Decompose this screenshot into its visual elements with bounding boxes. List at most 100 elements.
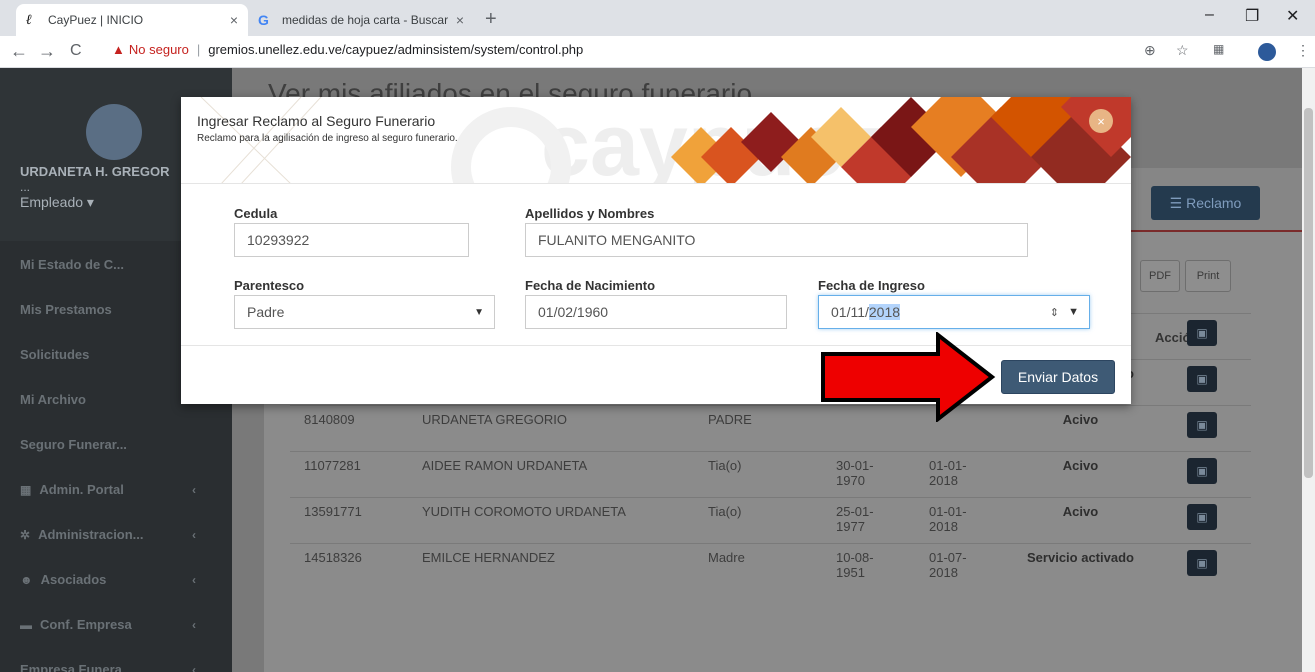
image-icon[interactable]: ▣ (1187, 320, 1217, 346)
browser-tab-bar: ℓ CayPuez | INICIO × G medidas de hoja c… (0, 0, 1315, 36)
cell-accion: ▣ (1153, 359, 1251, 406)
image-icon[interactable]: ▣ (1187, 504, 1217, 530)
reload-icon[interactable]: C (70, 42, 82, 60)
chevron-left-icon: ‹ (192, 482, 196, 497)
sidebar-item-asociados[interactable]: ☻ Asociados ‹ (0, 557, 232, 602)
sidebar-item-label: Solicitudes (20, 347, 90, 362)
tab-title: CayPuez | INICIO (48, 13, 144, 27)
tab-close-icon[interactable]: × (230, 12, 238, 28)
new-tab-button[interactable]: + (485, 8, 497, 31)
address-bar[interactable]: ▲ No seguro | gremios.unellez.edu.ve/cay… (112, 42, 583, 57)
menu-dots-icon[interactable]: ⋮ (1296, 42, 1310, 59)
enviar-datos-button[interactable]: Enviar Datos (1001, 360, 1115, 394)
close-window-icon[interactable]: ✕ (1286, 6, 1299, 26)
divider: | (196, 42, 201, 57)
warning-icon: ▲ (112, 42, 125, 57)
cell-accion: ▣ (1153, 313, 1251, 360)
caret-down-icon: ▼ (474, 306, 484, 318)
cell-estado: Acivo (1008, 497, 1153, 544)
ingreso-date-field[interactable]: 01/11/2018 ⇕ ▼ (818, 295, 1090, 329)
users-icon: ☻ (20, 572, 33, 587)
cell-parentesco: Tia(o) (694, 497, 822, 544)
dropdown-triangle-icon[interactable]: ▼ (1068, 306, 1079, 318)
cedula-field[interactable]: 10293922 (234, 223, 469, 257)
cell-ingreso: 01-01- 2018 (915, 497, 1008, 544)
nacimiento-field[interactable]: 01/02/1960 (525, 295, 787, 329)
newspaper-icon: ▦ (20, 482, 32, 497)
sidebar-item-label: Admin. Portal (39, 482, 124, 497)
scrollbar-thumb[interactable] (1304, 108, 1313, 478)
caypuez-favicon-icon: ℓ (26, 12, 32, 28)
bookmark-star-icon[interactable]: ☆ (1176, 42, 1189, 59)
cell-nombre: URDANETA GREGORIO (408, 405, 694, 452)
cell-ingreso: 01-01- 2018 (915, 451, 1008, 498)
sidebar-item-label: Mi Archivo (20, 392, 86, 407)
user-role-dropdown[interactable]: Empleado ▾ (20, 194, 94, 211)
profile-avatar-icon[interactable] (1258, 43, 1276, 61)
ingreso-value-prefix: 01/11/ (831, 304, 869, 320)
cell-cedula: 14518326 (290, 543, 408, 590)
pdf-button[interactable]: PDF (1140, 260, 1180, 292)
sidebar-item-label: Mis Prestamos (20, 302, 112, 317)
sidebar-item-label: Empresa Funera... (20, 662, 133, 672)
print-button[interactable]: Print (1185, 260, 1231, 292)
image-icon[interactable]: ▣ (1187, 550, 1217, 576)
cell-estado: Servicio activado (1008, 543, 1153, 590)
chevron-left-icon: ‹ (192, 617, 196, 632)
tab-caypuez[interactable]: ℓ CayPuez | INICIO × (16, 4, 248, 36)
cell-estado: Acivo (1008, 405, 1153, 452)
table-row: 13591771 YUDITH COROMOTO URDANETA Tia(o) 25… (290, 497, 1251, 544)
cell-nombre: EMILCE HERNANDEZ (408, 543, 694, 590)
back-icon[interactable]: ← (10, 41, 28, 62)
sidebar-item-label: Asociados (40, 572, 107, 587)
cell-parentesco: Madre (694, 543, 822, 590)
reclamo-button[interactable]: ☰ Reclamo (1151, 186, 1260, 220)
nombres-label: Apellidos y Nombres (525, 206, 655, 221)
tab-google-search[interactable]: G medidas de hoja carta - Buscar c × (248, 4, 474, 36)
briefcase-icon: ▬ (20, 617, 32, 632)
modal-header: caypuez Ingresar Reclamo al Seguro Funer… (181, 97, 1131, 184)
cell-accion: ▣ (1153, 451, 1251, 498)
security-label: No seguro (128, 42, 189, 57)
sidebar-item-label: Conf. Empresa (40, 617, 132, 632)
sidebar-item-administracion[interactable]: ✲ Administracion... ‹ (0, 512, 232, 557)
minimize-icon[interactable]: – (1205, 6, 1214, 24)
google-favicon-icon: G (258, 12, 269, 28)
zoom-icon[interactable]: ⊕ (1144, 42, 1156, 59)
qr-code-icon[interactable]: ▦ (1213, 42, 1224, 56)
restore-icon[interactable]: ❐ (1245, 6, 1259, 26)
table-row: 11077281 AIDEE RAMON URDANETA Tia(o) 30-01-… (290, 451, 1251, 498)
sidebar-item-empresa-funeraria[interactable]: Empresa Funera... ‹ (0, 647, 232, 672)
nacimiento-label: Fecha de Nacimiento (525, 278, 656, 293)
modal-subtitle: Reclamo para la agilisación de ingreso a… (197, 133, 458, 144)
close-icon[interactable]: × (1089, 109, 1113, 133)
page-scrollbar[interactable] (1302, 68, 1315, 672)
cell-nacimiento: 30-01- 1970 (822, 451, 915, 498)
sidebar-item-conf-empresa[interactable]: ▬ Conf. Empresa ‹ (0, 602, 232, 647)
sidebar-item-label: Administracion... (38, 527, 144, 542)
forward-icon[interactable]: → (38, 41, 56, 62)
sidebar-item-label: Mi Estado de C... (20, 257, 125, 272)
nombres-field[interactable]: FULANITO MENGANITO (525, 223, 1028, 257)
tab-title: medidas de hoja carta - Buscar c (282, 13, 450, 27)
cell-estado: Acivo (1008, 451, 1153, 498)
avatar (86, 104, 142, 160)
spinner-icon[interactable]: ⇕ (1050, 306, 1059, 319)
red-arrow-annotation (821, 332, 996, 422)
cell-ingreso: 01-07- 2018 (915, 543, 1008, 590)
sidebar-item-seguro-funerario[interactable]: Seguro Funerar... (0, 422, 232, 467)
chevron-left-icon: ‹ (192, 527, 196, 542)
sidebar-item-admin-portal[interactable]: ▦ Admin. Portal ‹ (0, 467, 232, 512)
cell-nombre: YUDITH COROMOTO URDANETA (408, 497, 694, 544)
image-icon[interactable]: ▣ (1187, 412, 1217, 438)
tab-close-icon[interactable]: × (456, 12, 464, 28)
image-icon[interactable]: ▣ (1187, 366, 1217, 392)
image-icon[interactable]: ▣ (1187, 458, 1217, 484)
parentesco-label: Parentesco (234, 278, 305, 293)
sidebar-item-label: Seguro Funerar... (20, 437, 127, 452)
modal-title: Ingresar Reclamo al Seguro Funerario (197, 113, 436, 129)
ingreso-value-selected: 2018 (868, 304, 901, 320)
parentesco-select[interactable]: Padre ▼ (234, 295, 495, 329)
cell-accion: ▣ (1153, 405, 1251, 452)
cell-nombre: AIDEE RAMON URDANETA (408, 451, 694, 498)
